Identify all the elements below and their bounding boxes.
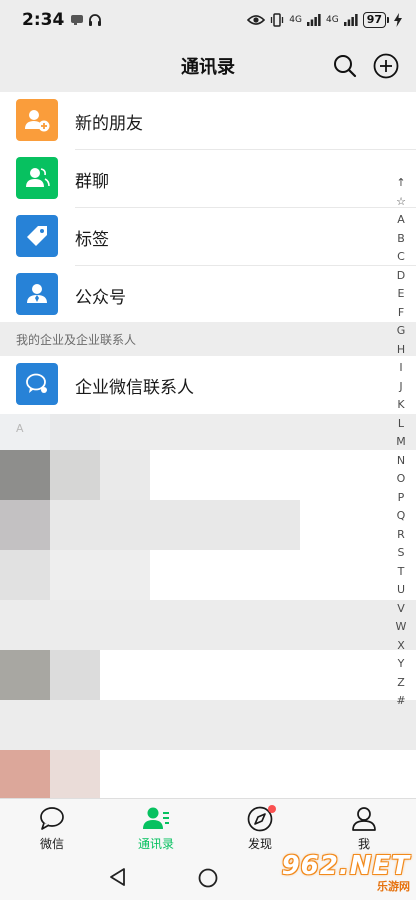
menu-item-label: 标签 xyxy=(75,229,109,250)
tab-label: 我 xyxy=(357,837,370,851)
index-letter[interactable]: F xyxy=(390,304,412,323)
tab-label: 发现 xyxy=(247,837,272,851)
tag-icon xyxy=(16,215,58,257)
add-friend-icon xyxy=(16,99,58,141)
notification-icon xyxy=(71,15,84,25)
menu-item-label: 新的朋友 xyxy=(75,113,143,134)
network-type-1: 4G xyxy=(289,15,302,25)
enterprise-section-header: 我的企业及企业联系人 xyxy=(0,322,416,356)
plus-circle-icon[interactable] xyxy=(372,52,400,80)
page-title: 通讯录 xyxy=(181,57,235,78)
chat-bubble-icon xyxy=(40,807,64,830)
battery-level: 97 xyxy=(362,12,386,28)
menu-item-group-chats[interactable]: 群聊 xyxy=(0,150,416,208)
index-letter[interactable]: V xyxy=(390,600,412,619)
watermark-sub: 乐游网 xyxy=(377,880,410,893)
index-letter[interactable]: ☆ xyxy=(390,193,412,212)
index-letter[interactable]: W xyxy=(390,618,412,637)
menu-item-label: 企业微信联系人 xyxy=(75,377,194,398)
index-letter[interactable]: K xyxy=(390,396,412,415)
index-letter[interactable]: P xyxy=(390,489,412,508)
discover-badge-dot xyxy=(268,805,276,813)
index-letter[interactable]: # xyxy=(390,692,412,711)
contact-list-blurred[interactable] xyxy=(0,414,416,798)
header: 通讯录 xyxy=(0,40,416,92)
tab-chats[interactable]: 微信 xyxy=(0,799,104,854)
index-letter[interactable]: G xyxy=(390,322,412,341)
index-letter[interactable]: D xyxy=(390,267,412,286)
index-letter[interactable]: H xyxy=(390,341,412,360)
signal-icon xyxy=(306,14,321,26)
index-letter[interactable]: B xyxy=(390,230,412,249)
index-letter[interactable]: Y xyxy=(390,655,412,674)
index-letter[interactable]: J xyxy=(390,378,412,397)
vibrate-icon xyxy=(271,13,284,27)
index-letter[interactable]: Z xyxy=(390,674,412,693)
menu-item-new-friends[interactable]: 新的朋友 xyxy=(0,92,416,150)
headphones-icon xyxy=(89,14,102,26)
eye-icon xyxy=(247,15,266,25)
watermark-logo: 962.NET xyxy=(281,851,410,881)
charging-icon xyxy=(394,13,402,27)
index-letter[interactable]: X xyxy=(390,637,412,656)
tab-label: 微信 xyxy=(39,837,64,851)
tab-bar: 微信 通讯录 发现 我 xyxy=(0,798,416,854)
menu-item-wecom-contacts[interactable]: 企业微信联系人 xyxy=(0,356,416,414)
index-letter[interactable]: R xyxy=(390,526,412,545)
tab-label: 通讯录 xyxy=(137,837,174,851)
site-watermark: 962.NET 乐游网 xyxy=(282,852,410,894)
index-letter[interactable]: I xyxy=(390,359,412,378)
home-circle-icon[interactable] xyxy=(198,868,218,888)
signal-icon-2 xyxy=(343,14,358,26)
contact-section-letter: A xyxy=(16,421,24,435)
index-letter[interactable]: C xyxy=(390,248,412,267)
index-letter[interactable]: E xyxy=(390,285,412,304)
back-triangle-icon[interactable] xyxy=(108,867,128,887)
alphabet-index-bar[interactable]: ↑ ☆ A B C D E F G H I J K L M N O P Q R S T U V W X Y Z # xyxy=(390,174,412,711)
menu-item-official-accounts[interactable]: 公众号 xyxy=(0,266,416,324)
status-time: 2:34 xyxy=(22,10,65,30)
index-letter[interactable]: T xyxy=(390,563,412,582)
enterprise-list: 企业微信联系人 xyxy=(0,356,416,414)
index-letter[interactable]: U xyxy=(390,581,412,600)
person-icon xyxy=(352,807,376,831)
index-letter[interactable]: S xyxy=(390,544,412,563)
tab-me[interactable]: 我 xyxy=(312,799,416,854)
index-letter[interactable]: A xyxy=(390,211,412,230)
index-letter[interactable]: O xyxy=(390,470,412,489)
group-chat-icon xyxy=(16,157,58,199)
contacts-menu: 新的朋友 群聊 标签 公众号 xyxy=(0,92,416,324)
tab-contacts[interactable]: 通讯录 xyxy=(104,799,208,854)
index-letter[interactable]: ↑ xyxy=(390,174,412,193)
battery-indicator: 97 xyxy=(362,12,389,28)
status-bar: 2:34 4G 4G 97 xyxy=(0,0,416,40)
network-type-2: 4G xyxy=(325,15,339,25)
contacts-icon xyxy=(143,807,169,829)
menu-item-label: 群聊 xyxy=(75,171,109,192)
index-letter[interactable]: N xyxy=(390,452,412,471)
index-letter[interactable]: Q xyxy=(390,507,412,526)
search-icon[interactable] xyxy=(332,53,358,79)
menu-item-tags[interactable]: 标签 xyxy=(0,208,416,266)
wecom-contact-icon xyxy=(16,363,58,405)
menu-item-label: 公众号 xyxy=(75,287,126,308)
tab-discover[interactable]: 发现 xyxy=(208,799,312,854)
official-account-icon xyxy=(16,273,58,315)
